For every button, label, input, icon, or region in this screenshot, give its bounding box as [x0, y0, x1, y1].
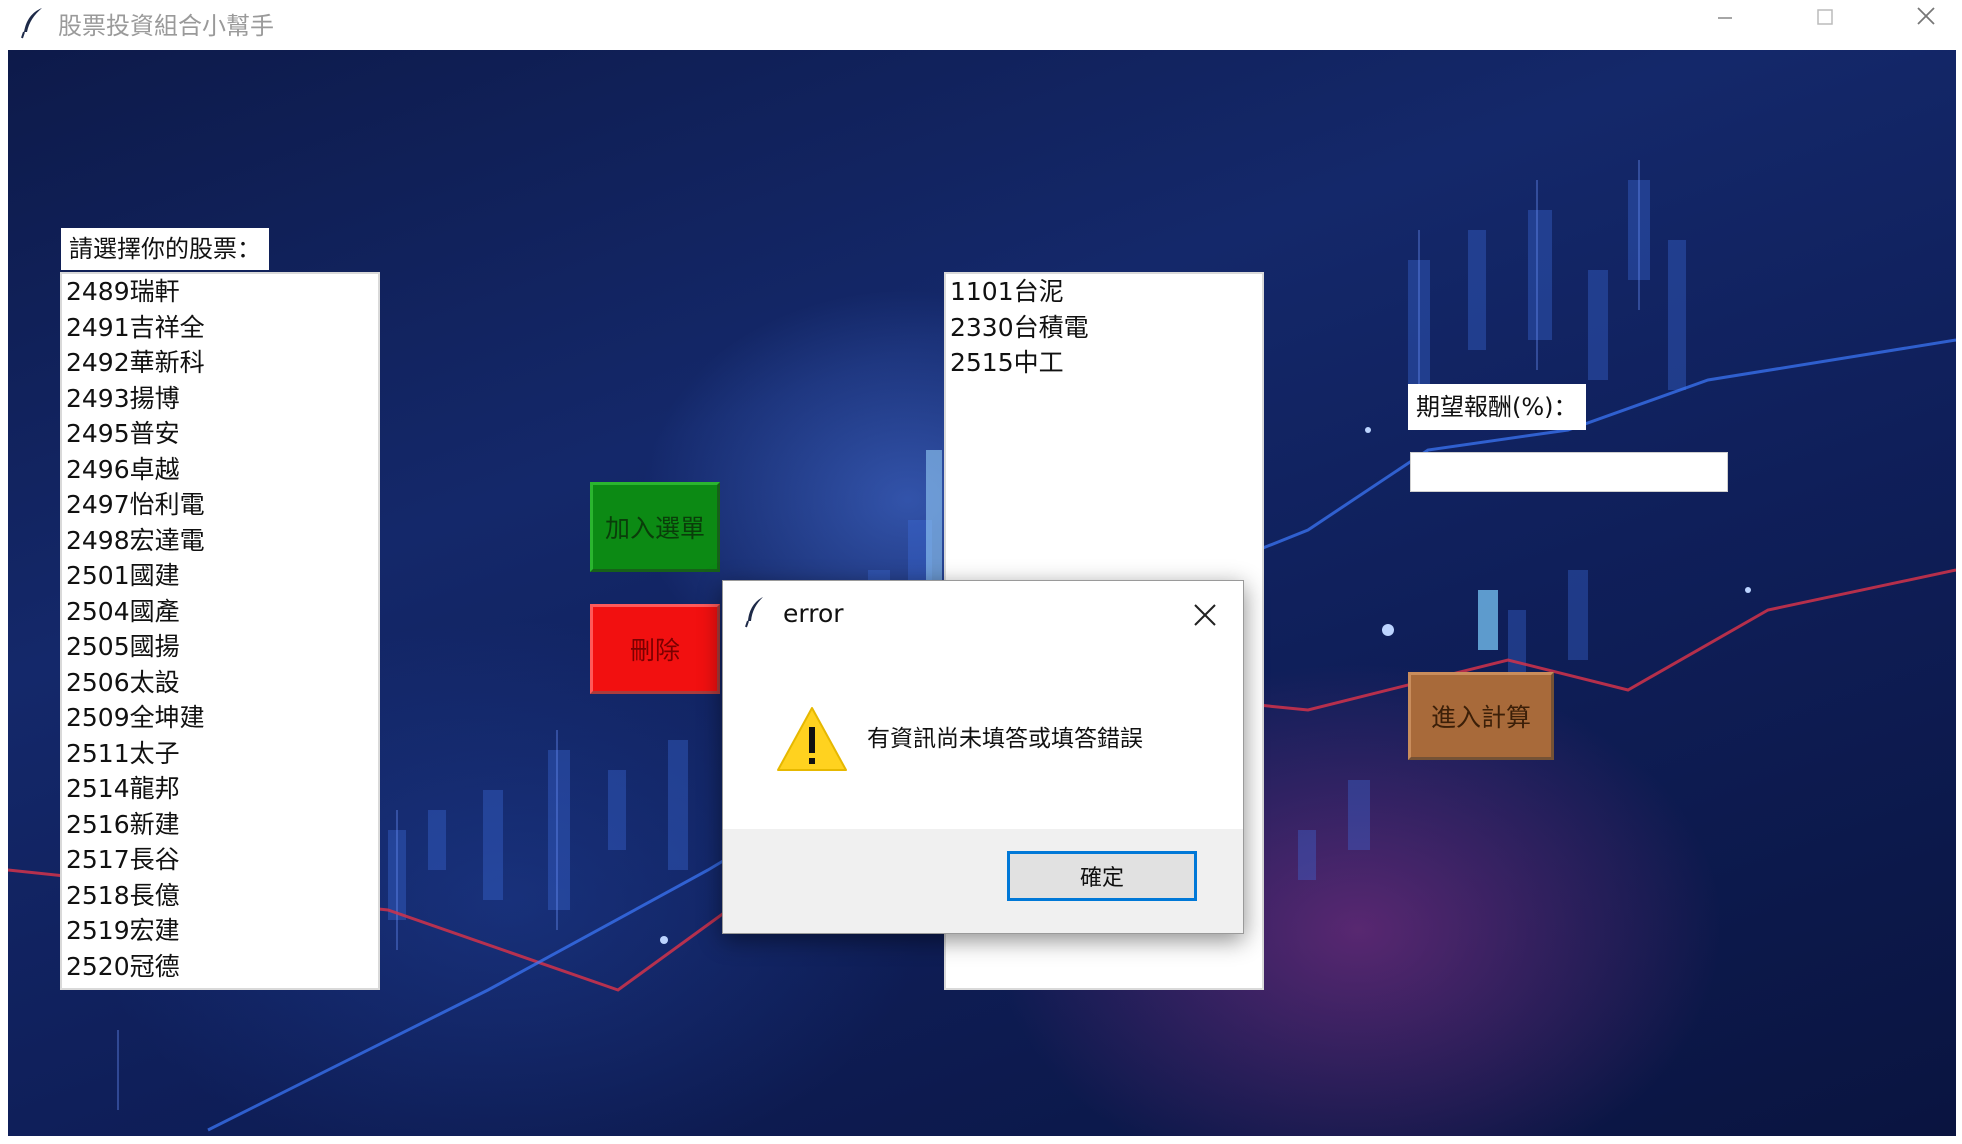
list-item[interactable]: 2519宏建	[62, 913, 378, 949]
list-item[interactable]: 2498宏達電	[62, 523, 378, 559]
list-item[interactable]: 2520冠德	[62, 949, 378, 985]
close-icon[interactable]	[1183, 595, 1227, 635]
feather-icon	[21, 8, 42, 39]
close-icon[interactable]	[1890, 0, 1960, 36]
list-item[interactable]: 2497怡利電	[62, 487, 378, 523]
ok-button[interactable]: 確定	[1007, 851, 1197, 901]
list-item[interactable]: 2517長谷	[62, 842, 378, 878]
list-item[interactable]: 2493揚博	[62, 381, 378, 417]
dialog-message: 有資訊尚未填答或填答錯誤	[867, 726, 1143, 752]
list-item[interactable]: 1101台泥	[946, 274, 1262, 310]
stock-picker-label: 請選擇你的股票：	[61, 228, 269, 270]
feather-icon	[745, 597, 763, 628]
list-item[interactable]: 2509全坤建	[62, 700, 378, 736]
list-item[interactable]: 2489瑞軒	[62, 274, 378, 310]
list-item[interactable]: 2496卓越	[62, 452, 378, 488]
list-item[interactable]: 2518長億	[62, 878, 378, 914]
stock-listbox[interactable]: 2489瑞軒 2491吉祥全 2492華新科 2493揚博 2495普安 249…	[60, 272, 380, 990]
delete-button[interactable]: 刪除	[590, 604, 720, 694]
list-item[interactable]: 2501國建	[62, 558, 378, 594]
expected-return-input[interactable]	[1410, 452, 1728, 492]
window-title: 股票投資組合小幫手	[58, 12, 274, 40]
minimize-icon[interactable]	[1690, 0, 1760, 36]
list-item[interactable]: 2495普安	[62, 416, 378, 452]
error-dialog: error 有資訊尚未填答或填答錯誤 確定	[722, 580, 1244, 934]
maximize-icon[interactable]	[1790, 0, 1860, 36]
list-item[interactable]: 2492華新科	[62, 345, 378, 381]
add-to-list-button[interactable]: 加入選單	[590, 482, 720, 572]
warning-icon	[777, 707, 847, 771]
list-item[interactable]: 2504國產	[62, 594, 378, 630]
list-item[interactable]: 2330台積電	[946, 310, 1262, 346]
window-titlebar: 股票投資組合小幫手	[0, 0, 1962, 50]
list-item[interactable]: 2505國揚	[62, 629, 378, 665]
list-item[interactable]: 2515中工	[946, 345, 1262, 381]
dialog-title: error	[783, 599, 844, 628]
expected-return-label: 期望報酬(%)：	[1408, 384, 1586, 430]
list-item[interactable]: 2491吉祥全	[62, 310, 378, 346]
list-item[interactable]: 2514龍邦	[62, 771, 378, 807]
list-item[interactable]: 2511太子	[62, 736, 378, 772]
list-item[interactable]: 2506太設	[62, 665, 378, 701]
dialog-footer: 確定	[723, 829, 1243, 933]
list-item[interactable]: 2516新建	[62, 807, 378, 843]
calculate-button[interactable]: 進入計算	[1408, 672, 1554, 760]
